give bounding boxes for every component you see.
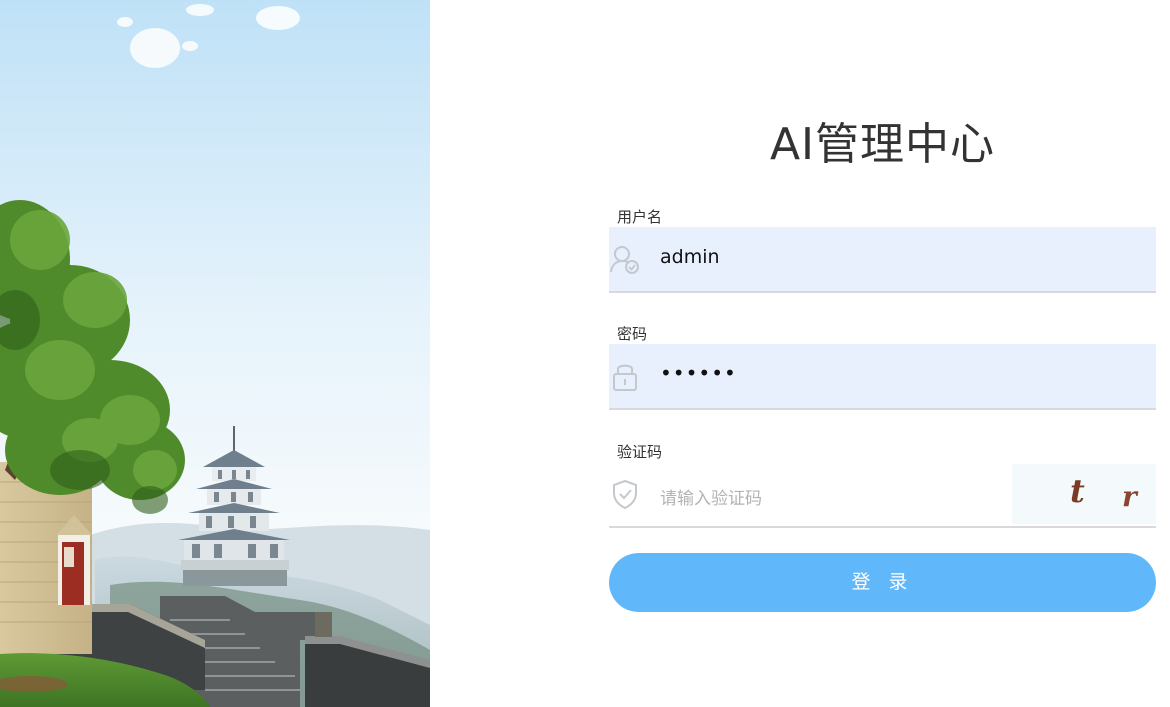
password-field[interactable]: •••••• — [609, 344, 1156, 410]
login-button[interactable]: 登 录 — [609, 553, 1156, 612]
username-field[interactable]: admin — [609, 227, 1156, 293]
shield-check-icon — [610, 478, 640, 510]
login-page: AI管理中心 用户名 admin 密码 •••••• 验证码 请输入验证码 t … — [0, 0, 1170, 707]
captcha-field[interactable]: 请输入验证码 t r — [609, 462, 1156, 528]
user-shield-icon — [610, 243, 640, 275]
username-label: 用户名 — [617, 208, 663, 226]
page-title: AI管理中心 — [769, 119, 996, 170]
captcha-image[interactable]: t r — [1012, 464, 1156, 524]
landscape-illustration — [0, 0, 430, 707]
password-label: 密码 — [617, 325, 648, 343]
login-panel: AI管理中心 用户名 admin 密码 •••••• 验证码 请输入验证码 t … — [609, 0, 1156, 707]
lock-icon — [610, 360, 640, 392]
password-value: •••••• — [660, 361, 737, 385]
captcha-char: r — [1122, 480, 1137, 513]
username-value: admin — [660, 246, 720, 268]
captcha-label: 验证码 — [617, 443, 663, 461]
captcha-input[interactable]: 请输入验证码 — [660, 484, 762, 509]
captcha-char: t — [1070, 472, 1085, 510]
